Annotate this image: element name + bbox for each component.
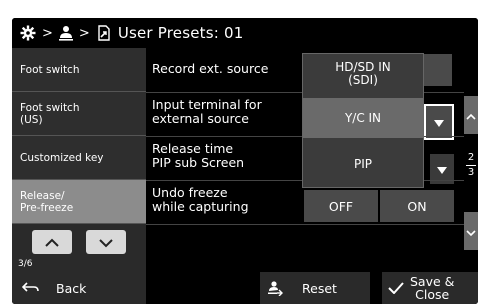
chevron-down-icon	[98, 233, 114, 252]
save-close-button[interactable]: Save & Close	[382, 272, 478, 304]
dropdown-option-pip[interactable]: PIP	[303, 144, 423, 184]
user-icon	[58, 25, 73, 41]
triangle-down-icon	[433, 113, 445, 132]
header-bar: > > User Presets: 01	[12, 18, 478, 48]
checkmark-icon	[388, 282, 404, 294]
settings-panel: Record ext. source N Input terminal for …	[146, 48, 464, 272]
dropdown-option-yc-in[interactable]: Y/C IN	[303, 98, 423, 138]
sidebar-item-label: Release/ Pre-freeze	[20, 189, 74, 214]
off-label: OFF	[328, 198, 354, 214]
sidebar-item-customized-key[interactable]: Customized key	[12, 136, 146, 180]
setting-label-input-terminal: Input terminal for external source	[152, 97, 262, 126]
sidebar-item-foot-switch-us[interactable]: Foot switch (US)	[12, 92, 146, 136]
page-indicator-divider	[466, 165, 476, 166]
breadcrumb-separator: >	[42, 25, 53, 41]
reset-button[interactable]: Reset	[260, 272, 370, 304]
option-label: HD/SD IN (SDI)	[335, 60, 391, 87]
setting-label-release-time-pip: Release time PIP sub Screen	[152, 141, 245, 170]
page-indicator-total: 3	[467, 167, 475, 178]
scroll-up-button[interactable]	[464, 96, 478, 134]
sidebar-page-indicator: 3/6	[18, 259, 33, 269]
sidebar-page-down-button[interactable]	[86, 230, 126, 254]
sidebar: Foot switch Foot switch (US) Customized …	[12, 48, 146, 272]
reset-label: Reset	[302, 280, 337, 296]
triangle-down-icon	[436, 160, 448, 179]
sidebar-item-label: Customized key	[20, 151, 104, 164]
chevron-down-icon	[466, 222, 476, 241]
sidebar-item-label: Foot switch (US)	[20, 101, 80, 126]
input-source-dropdown-list: HD/SD IN (SDI) Y/C IN PIP	[302, 53, 424, 188]
back-arrow-icon	[22, 281, 40, 295]
row-divider	[146, 224, 464, 225]
chevron-up-icon	[44, 233, 60, 252]
sidebar-pager: 3/6	[12, 224, 146, 272]
gear-icon	[20, 25, 36, 41]
on-label: ON	[407, 198, 427, 214]
chevron-up-icon	[466, 106, 476, 125]
back-button[interactable]: Back	[12, 272, 146, 304]
screen: > > User Presets: 01 Foot switch Foot sw…	[12, 18, 478, 304]
sidebar-item-label: Foot switch	[20, 63, 80, 76]
dropdown-option-hd-sd-in[interactable]: HD/SD IN (SDI)	[303, 54, 423, 94]
back-label: Back	[56, 280, 87, 296]
document-arrow-icon	[96, 25, 112, 41]
breadcrumb-separator: >	[78, 25, 90, 41]
page-scroller: 2 3	[464, 48, 478, 272]
setting-label-record-ext-source: Record ext. source	[152, 61, 269, 76]
page-title: User Presets: 01	[117, 24, 244, 42]
input-terminal-dropdown-button[interactable]	[424, 104, 454, 140]
sidebar-item-foot-switch[interactable]: Foot switch	[12, 48, 146, 92]
sidebar-page-up-button[interactable]	[32, 230, 72, 254]
sidebar-item-release-pre-freeze[interactable]: Release/ Pre-freeze	[12, 180, 146, 224]
undo-freeze-off-button[interactable]: OFF	[304, 190, 378, 222]
undo-freeze-on-button[interactable]: ON	[380, 190, 454, 222]
footer-bar: Back Reset Save & Close	[12, 272, 478, 304]
setting-label-undo-freeze: Undo freeze while capturing	[152, 185, 249, 214]
save-close-label: Save & Close	[410, 274, 455, 302]
option-label: PIP	[353, 156, 372, 171]
user-reset-icon	[268, 280, 284, 296]
scroll-down-button[interactable]	[464, 212, 478, 250]
page-indicator-current: 2	[467, 152, 475, 163]
option-label: Y/C IN	[344, 110, 382, 125]
